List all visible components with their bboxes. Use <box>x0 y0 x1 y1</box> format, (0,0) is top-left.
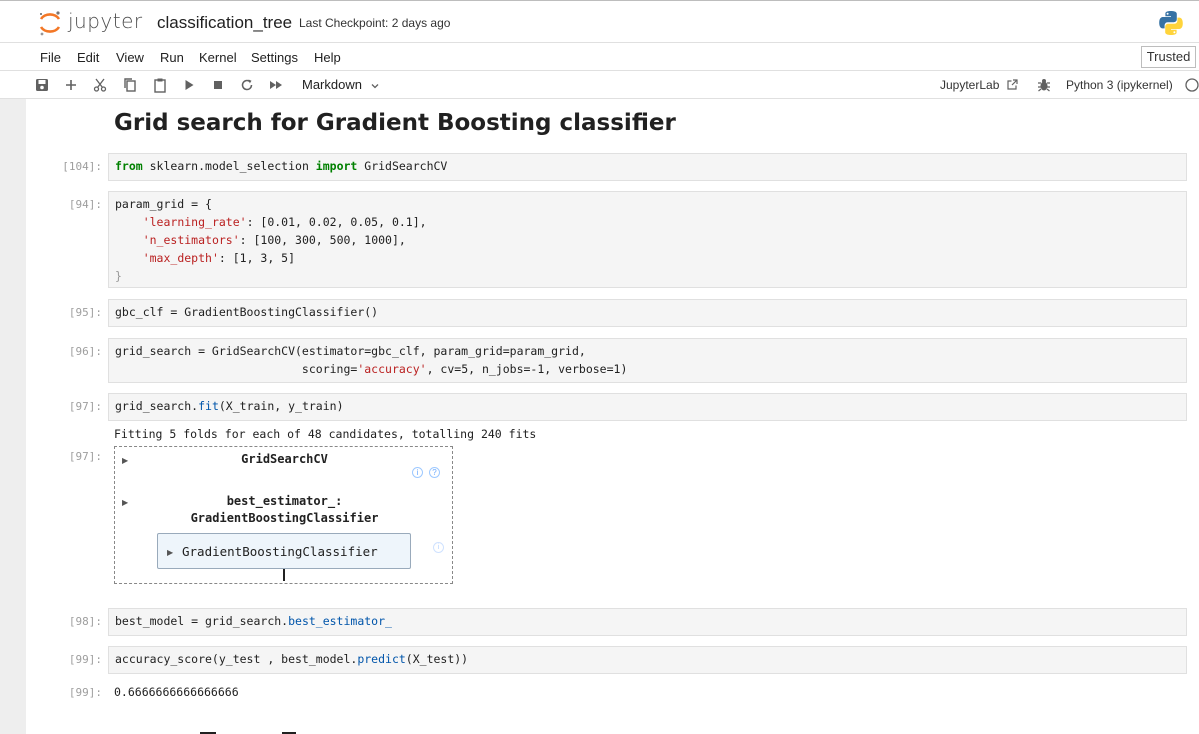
gridsearchcv-label[interactable]: GridSearchCV <box>115 452 454 466</box>
expand-arrow-icon[interactable]: ▶ <box>167 548 173 557</box>
code-text: (X_test)) <box>405 652 469 666</box>
menubar: File Edit View Run Kernel Settings Help … <box>0 43 1199 71</box>
imported-name: GridSearchCV <box>357 159 448 173</box>
code-line: , cv=5, n_jobs=-1, verbose=1) <box>426 362 628 376</box>
menu-help[interactable]: Help <box>314 50 341 65</box>
code-cell-fit[interactable]: grid_search.fit(X_train, y_train) <box>108 393 1187 421</box>
code-line: gbc_clf = GradientBoostingClassifier() <box>115 305 379 319</box>
menu-edit[interactable]: Edit <box>77 50 99 65</box>
menu-file[interactable]: File <box>40 50 61 65</box>
dict-key: 'n_estimators' <box>142 233 240 247</box>
cell-prompt: [99]: <box>68 653 102 666</box>
debugger-bug-icon[interactable] <box>1036 77 1052 93</box>
menu-settings[interactable]: Settings <box>251 50 298 65</box>
restart-icon[interactable] <box>239 77 255 93</box>
output-prompt: [99]: <box>68 686 102 699</box>
jupyterlab-link-label: JupyterLab <box>940 78 1000 92</box>
help-icon[interactable]: ? <box>429 467 440 478</box>
checkpoint-status: Last Checkpoint: 2 days ago <box>299 16 451 30</box>
code-line: scoring= <box>115 362 358 376</box>
stop-icon[interactable] <box>210 77 226 93</box>
cell-prompt: [98]: <box>68 615 102 628</box>
add-cell-icon[interactable] <box>63 77 79 93</box>
code-cell-best-model[interactable]: best_model = grid_search.best_estimator_ <box>108 608 1187 636</box>
markdown-heading[interactable]: Grid search for Gradient Boosting classi… <box>114 110 676 136</box>
paste-icon[interactable] <box>152 77 168 93</box>
kernel-status-icon <box>1185 78 1199 92</box>
code-line: grid_search = GridSearchCV(estimator=gbc… <box>115 344 586 358</box>
notebook-title[interactable]: classification_tree <box>157 13 292 33</box>
cell-type-dropdown[interactable]: Markdown <box>302 77 380 92</box>
best-estimator-line: GradientBoostingClassifier <box>190 511 379 525</box>
module-name: sklearn.model_selection <box>142 159 316 173</box>
cell-type-label: Markdown <box>302 77 362 92</box>
dict-key: 'max_depth' <box>142 251 219 265</box>
method-name: predict <box>357 652 406 666</box>
code-text: best_model = grid_search. <box>115 614 289 628</box>
code-cell-accuracy[interactable]: accuracy_score(y_test , best_model.predi… <box>108 646 1187 674</box>
best-estimator-line: best_estimator_: <box>226 494 343 508</box>
text-cursor <box>283 569 285 581</box>
stream-output: Fitting 5 folds for each of 48 candidate… <box>114 427 537 441</box>
dict-value: : [1, 3, 5] <box>218 251 296 265</box>
cell-prompt: [95]: <box>68 306 102 319</box>
code-text: accuracy_score(y_test , best_model. <box>115 652 358 666</box>
cell-prompt: [104]: <box>62 160 102 173</box>
dict-value: : [100, 300, 500, 1000], <box>239 233 406 247</box>
dict-key: 'learning_rate' <box>142 215 247 229</box>
jupyter-logo-icon[interactable] <box>38 9 62 37</box>
clipped-heading-glyphs <box>200 732 296 734</box>
save-icon[interactable] <box>34 77 50 93</box>
keyword-import: import <box>315 159 358 173</box>
cut-icon[interactable] <box>92 77 108 93</box>
code-line: } <box>115 269 122 283</box>
jupyterlab-link[interactable]: JupyterLab <box>940 78 1019 92</box>
kernel-name[interactable]: Python 3 (ipykernel) <box>1066 78 1173 92</box>
attribute-name: best_estimator_ <box>288 614 392 628</box>
fast-forward-icon[interactable] <box>268 77 284 93</box>
output-prompt: [97]: <box>68 450 102 463</box>
chevron-down-icon <box>371 83 379 88</box>
copy-icon[interactable] <box>122 77 138 93</box>
info-icon[interactable]: i <box>433 542 444 553</box>
python-logo-icon <box>1159 11 1183 35</box>
keyword-from: from <box>115 159 143 173</box>
code-text: (X_train, y_train) <box>218 399 344 413</box>
code-cell-gbc[interactable]: gbc_clf = GradientBoostingClassifier() <box>108 299 1187 327</box>
menu-run[interactable]: Run <box>160 50 184 65</box>
cell-prompt: [97]: <box>68 400 102 413</box>
jupyter-brand[interactable]: jupyter <box>68 9 143 33</box>
external-link-icon <box>1007 79 1018 90</box>
code-text: grid_search. <box>115 399 199 413</box>
next-heading-clipped <box>114 724 374 734</box>
dict-value: : [0.01, 0.02, 0.05, 0.1], <box>246 215 427 229</box>
trusted-button[interactable]: Trusted <box>1141 46 1196 68</box>
run-icon[interactable] <box>181 77 197 93</box>
string-literal: 'accuracy' <box>357 362 427 376</box>
code-line: param_grid = { <box>115 197 212 211</box>
cell-prompt: [94]: <box>68 198 102 211</box>
execute-result: 0.6666666666666666 <box>114 685 239 699</box>
code-cell-grid-search[interactable]: grid_search = GridSearchCV(estimator=gbc… <box>108 338 1187 383</box>
cell-prompt: [96]: <box>68 345 102 358</box>
notebook-toolbar: Markdown JupyterLab Python 3 (ipykernel) <box>0 71 1199 99</box>
gridsearchcv-widget: ▶ GridSearchCV i ? ▶ best_estimator_: Gr… <box>114 446 453 584</box>
code-cell-import[interactable]: from sklearn.model_selection import Grid… <box>108 153 1187 181</box>
estimator-box[interactable]: ▶ GradientBoostingClassifier i <box>157 533 444 569</box>
menu-view[interactable]: View <box>116 50 144 65</box>
menu-kernel[interactable]: Kernel <box>199 50 237 65</box>
method-name: fit <box>198 399 219 413</box>
estimator-label: GradientBoostingClassifier <box>182 544 378 559</box>
top-header: jupyter classification_tree Last Checkpo… <box>0 0 1199 43</box>
best-estimator-label[interactable]: best_estimator_: GradientBoostingClassif… <box>115 493 454 527</box>
info-icon[interactable]: i <box>412 467 423 478</box>
code-cell-param-grid[interactable]: param_grid = { 'learning_rate': [0.01, 0… <box>108 191 1187 288</box>
